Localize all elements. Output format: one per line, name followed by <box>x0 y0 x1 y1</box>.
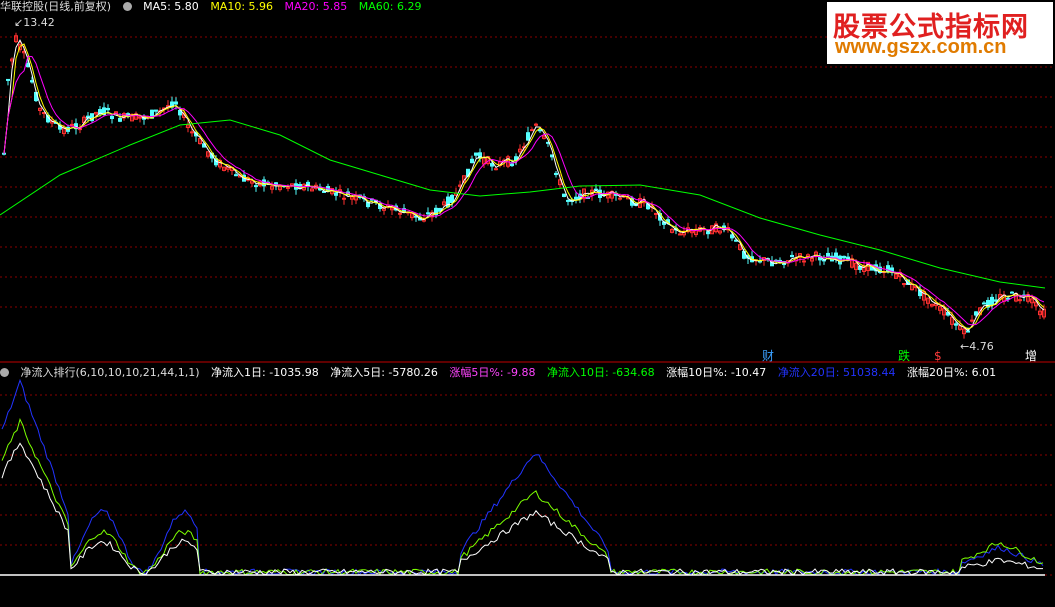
candle-body <box>110 115 114 119</box>
candle-body <box>990 296 994 306</box>
inflow20-line <box>1 378 1044 576</box>
event-marker-dividend[interactable]: $ <box>934 349 942 363</box>
candle-body <box>490 163 494 167</box>
watermark-url: www.gszx.com.cn <box>835 36 1007 58</box>
candle-body <box>470 158 474 164</box>
ind-value-pct5: 涨幅5日%: -9.88 <box>449 366 536 379</box>
indicator-settings-icon[interactable] <box>122 2 132 11</box>
candle-body <box>334 192 338 196</box>
ind-value-20d: 净流入20日: 51038.44 <box>777 366 896 379</box>
candle-body <box>974 311 978 316</box>
candle-body <box>510 163 514 167</box>
candle-body <box>954 323 958 326</box>
candle-body <box>842 255 846 259</box>
candle-body <box>118 117 122 122</box>
candle-body <box>826 252 830 257</box>
ind-value-5d: 净流入5日: -5780.26 <box>330 366 438 379</box>
high-price-label: ↙13.42 <box>14 16 55 29</box>
candle-body <box>530 129 534 132</box>
candle-body <box>678 233 682 236</box>
candle-body <box>706 231 710 235</box>
candle-body <box>494 168 498 171</box>
candle-body <box>342 197 346 200</box>
indicator-settings-icon-2[interactable] <box>0 368 9 377</box>
candle-body <box>154 109 158 112</box>
candle-body <box>138 116 142 119</box>
candle-body <box>70 123 74 126</box>
stock-title: 华联控股(日线,前复权) <box>0 0 112 13</box>
ind-value-pct20: 涨幅20日%: 6.01 <box>907 366 997 379</box>
ind-value-1d: 净流入1日: -1035.98 <box>211 366 319 379</box>
event-marker-drop[interactable]: 跌 <box>898 349 910 363</box>
candle-body <box>562 193 566 197</box>
low-price-label: ←4.76 <box>960 340 994 353</box>
ma10-line <box>3 43 1045 330</box>
candle-body <box>286 186 290 189</box>
event-marker-increase[interactable]: 增 <box>1025 349 1037 363</box>
legend-ma60: MA60: 6.29 <box>358 0 422 13</box>
candle-body <box>6 78 10 81</box>
candle-body <box>526 132 530 141</box>
high-arrow-icon: ↙ <box>14 16 24 29</box>
candle-body <box>574 196 578 200</box>
low-arrow-icon: ← <box>960 340 970 353</box>
legend-ma20: MA20: 5.85 <box>284 0 348 13</box>
candle-body <box>886 265 890 273</box>
inflow1-line <box>1 442 1044 576</box>
candle-body <box>106 107 110 111</box>
candle-body <box>790 254 794 258</box>
candle-body <box>398 212 402 215</box>
indicator-header: 净流入排行(6,10,10,10,21,44,1,1) 净流入1日: -1035… <box>0 366 1004 380</box>
candle-body <box>538 129 542 132</box>
ma5-line <box>3 39 1045 332</box>
price-header: 华联控股(日线,前复权) MA5: 5.80 MA10: 5.96 MA20: … <box>0 0 429 14</box>
inflow10-line <box>1 417 1044 576</box>
candle-body <box>982 302 986 305</box>
candle-body <box>174 101 178 105</box>
candle-body <box>474 152 478 156</box>
candle-body <box>190 131 194 134</box>
event-marker-finance[interactable]: 财 <box>762 349 774 363</box>
candle-body <box>970 319 974 322</box>
ind-value-10d: 净流入10日: -634.68 <box>547 366 655 379</box>
candle-body <box>426 212 430 215</box>
candle-body <box>554 172 558 176</box>
indicator-name: 净流入排行(6,10,10,10,21,44,1,1) <box>20 366 200 379</box>
chart-canvas <box>0 32 1055 576</box>
candle-body <box>254 185 258 188</box>
candle-body <box>566 199 570 202</box>
watermark-logo: 股票公式指标网 www.gszx.com.cn <box>827 2 1053 64</box>
candle-body <box>618 197 622 200</box>
legend-ma5: MA5: 5.80 <box>143 0 199 13</box>
candle-body <box>802 260 806 263</box>
candle-body <box>450 194 454 203</box>
candle-body <box>1010 291 1014 294</box>
legend-ma10: MA10: 5.96 <box>210 0 274 13</box>
candle-body <box>234 174 238 177</box>
ind-value-pct10: 涨幅10日%: -10.47 <box>666 366 767 379</box>
